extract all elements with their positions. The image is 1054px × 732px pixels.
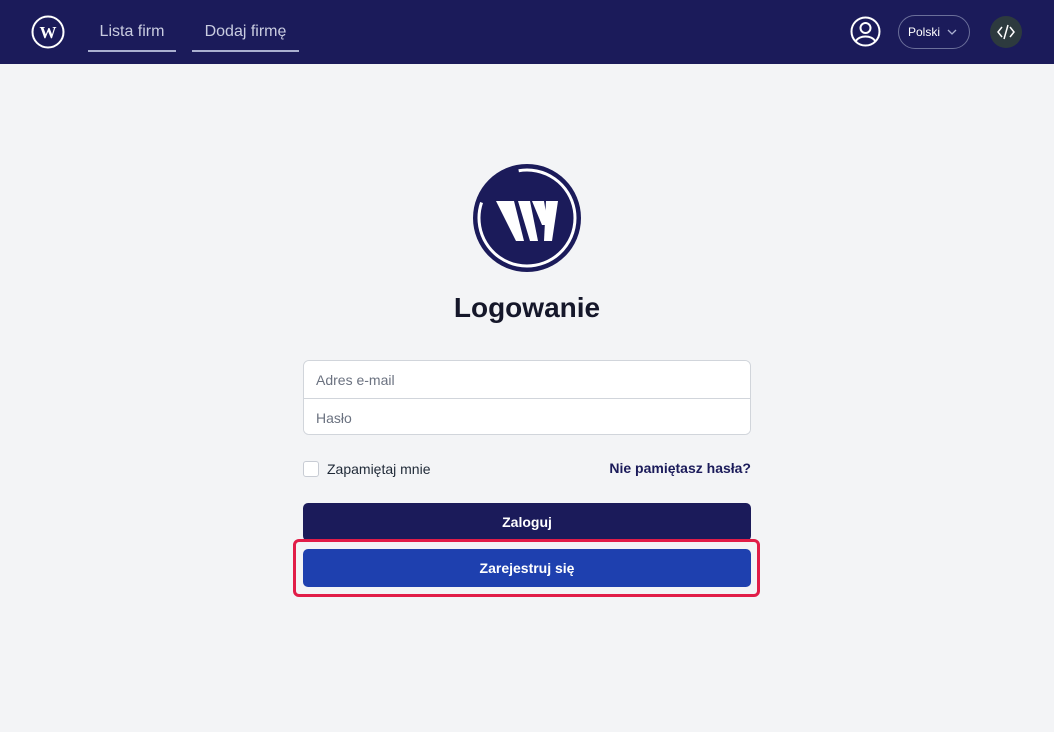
svg-text:W: W <box>40 23 57 42</box>
code-toggle-button[interactable] <box>990 16 1022 48</box>
checkbox-box[interactable] <box>303 461 319 477</box>
code-icon <box>997 24 1015 40</box>
user-icon[interactable] <box>850 16 881 47</box>
register-button[interactable]: Zarejestruj się <box>303 549 751 587</box>
remember-me-label: Zapamiętaj mnie <box>327 461 431 477</box>
email-field[interactable] <box>304 361 750 398</box>
w-logo-icon[interactable]: W <box>31 15 65 49</box>
brand-logo-icon <box>473 164 581 272</box>
top-navbar: W Lista firm Dodaj firmę Polski <box>0 0 1054 64</box>
page-title: Logowanie <box>453 292 601 323</box>
nav-link-company-list[interactable]: Lista firm <box>88 14 176 52</box>
language-select-value: Polski <box>908 25 941 39</box>
forgot-password-link[interactable]: Nie pamiętasz hasła? <box>600 460 751 476</box>
remember-me-checkbox[interactable]: Zapamiętaj mnie <box>303 460 431 478</box>
login-button[interactable]: Zaloguj <box>303 503 751 541</box>
language-select[interactable]: Polski <box>898 15 970 49</box>
login-form <box>303 360 751 435</box>
nav-link-add-company[interactable]: Dodaj firmę <box>192 14 299 52</box>
chevron-down-icon <box>947 29 957 35</box>
password-field[interactable] <box>304 399 750 434</box>
